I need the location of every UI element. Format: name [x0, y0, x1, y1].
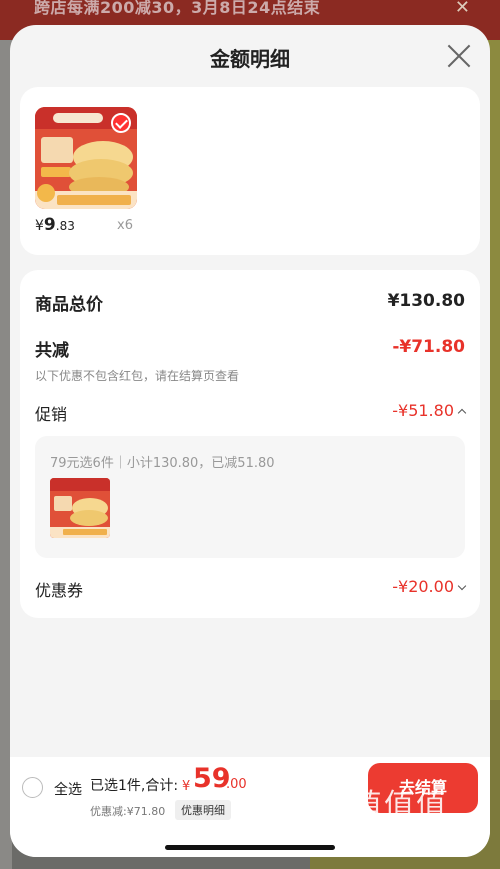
price-details-card: 商品总价 ¥130.80 共减 -¥71.80 以下优惠不包含红包，请在结算页查… — [20, 270, 480, 618]
reduction-note: 以下优惠不包含红包，请在结算页查看 — [35, 369, 240, 383]
total-amount-decimal: .00 — [226, 777, 247, 792]
chevron-down-icon — [457, 581, 467, 590]
reduction-value: -¥71.80 — [392, 337, 465, 357]
total-price-label: 商品总价 — [35, 295, 103, 315]
home-indicator — [165, 845, 335, 850]
total-currency-symbol: ¥ — [182, 779, 191, 794]
promotion-toggle[interactable]: -¥51.80 — [392, 401, 467, 420]
promotion-product-image — [50, 478, 110, 538]
total-price-value: ¥130.80 — [387, 291, 465, 311]
select-all-checkbox[interactable] — [22, 777, 43, 798]
promotion-description: 79元选6件｜小计130.80，已减51.80 — [50, 456, 275, 471]
total-amount-integer: 59 — [193, 763, 231, 794]
promo-banner-text: 跨店每满200减30，3月8日24点结束 — [34, 0, 321, 17]
banner-close-icon: ✕ — [454, 0, 470, 18]
coupon-value: -¥20.00 — [392, 577, 454, 596]
discount-detail-link[interactable]: 优惠明细 — [175, 800, 231, 820]
product-quantity: x6 — [117, 218, 133, 233]
coupon-toggle[interactable]: -¥20.00 — [392, 577, 467, 596]
product-price-decimal: .83 — [55, 219, 75, 233]
discount-summary: 优惠减:¥71.80 — [90, 805, 166, 818]
watermark-text: zhizhizhi.com — [352, 831, 460, 847]
product-price: ¥9.83 — [35, 215, 75, 235]
product-price-symbol: ¥ — [35, 218, 44, 234]
product-card: ¥9.83 x6 — [20, 87, 480, 255]
sheet-title: 金额明细 — [210, 47, 290, 71]
product-thumbnail[interactable] — [35, 107, 137, 209]
watermark-logo: 值值值 — [352, 788, 448, 823]
selected-check-icon — [111, 113, 131, 133]
selected-summary: 已选1件,合计: — [90, 778, 179, 794]
close-icon[interactable] — [446, 43, 472, 69]
promotion-label: 促销 — [35, 405, 68, 424]
watermark: 值值值 zhizhizhi.com — [352, 783, 492, 863]
select-all-label[interactable]: 全选 — [54, 779, 82, 799]
product-price-integer: 9 — [43, 215, 56, 235]
coupon-label: 优惠券 — [35, 581, 84, 600]
promotion-value: -¥51.80 — [392, 401, 454, 420]
chevron-up-icon — [457, 408, 467, 418]
promotion-product-thumbnail — [50, 478, 110, 538]
reduction-label: 共减 — [35, 341, 69, 361]
promotion-detail-box: 79元选6件｜小计130.80，已减51.80 — [35, 436, 465, 558]
amount-details-sheet: 金额明细 ¥9.83 x6 商品总价 ¥130.80 共减 -¥71.80 以下… — [10, 25, 490, 857]
